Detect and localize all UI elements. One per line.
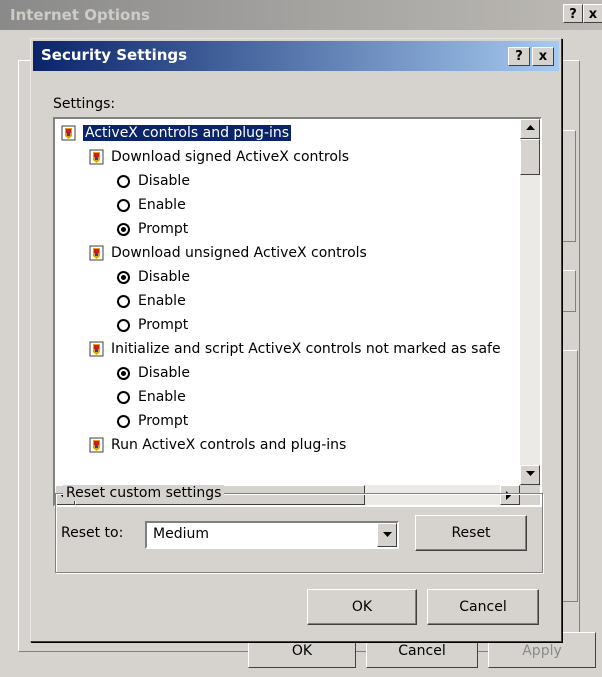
internet-options-titlebar: Internet Options [0, 0, 602, 30]
radio-button[interactable] [117, 366, 130, 380]
radio-label: Prompt [138, 413, 189, 429]
radio-button[interactable] [117, 198, 130, 212]
radio-option[interactable]: Prompt [117, 217, 188, 241]
settings-page-icon [89, 437, 104, 453]
tree-item-label: Download unsigned ActiveX controls [111, 245, 367, 261]
radio-label: Disable [138, 173, 190, 189]
close-button[interactable]: x [532, 47, 554, 66]
radio-label: Enable [138, 389, 186, 405]
radio-label: Prompt [138, 317, 189, 333]
radio-button[interactable] [117, 222, 130, 236]
help-button[interactable]: ? [508, 47, 530, 66]
internet-options-close-button[interactable]: x [583, 4, 602, 23]
radio-button[interactable] [117, 390, 130, 404]
settings-tree-content: ActiveX controls and plug-ins Download s… [55, 119, 520, 485]
tree-item-label: ActiveX controls and plug-ins [83, 125, 292, 141]
radio-option[interactable]: Enable [117, 193, 186, 217]
radio-label: Prompt [138, 221, 189, 237]
settings-label: Settings: [53, 96, 116, 112]
tree-item-label: Initialize and script ActiveX controls n… [111, 341, 501, 357]
reset-button[interactable]: Reset [415, 515, 527, 551]
internet-options-title: Internet Options [10, 6, 150, 24]
settings-tree[interactable]: ActiveX controls and plug-ins Download s… [53, 117, 542, 507]
reset-to-label: Reset to: [61, 525, 124, 541]
tree-item-label: Download signed ActiveX controls [111, 149, 350, 165]
radio-button[interactable] [117, 270, 130, 284]
scroll-up-button[interactable] [520, 119, 540, 139]
security-settings-titlebar[interactable]: Security Settings ? x [33, 41, 559, 71]
tree-item-setting[interactable]: Download signed ActiveX controls [89, 145, 349, 169]
arrow-up-icon [526, 125, 535, 130]
dialog-title: Security Settings [41, 46, 188, 64]
reset-level-select[interactable]: Medium [145, 521, 399, 549]
radio-option[interactable]: Disable [117, 361, 190, 385]
background-panel-edge [562, 130, 576, 242]
radio-label: Disable [138, 269, 190, 285]
scroll-down-button[interactable] [520, 465, 540, 485]
radio-option[interactable]: Enable [117, 385, 186, 409]
arrow-down-icon [526, 471, 535, 476]
radio-option[interactable]: Enable [117, 289, 186, 313]
ok-button[interactable]: OK [307, 589, 417, 625]
radio-button[interactable] [117, 318, 130, 332]
vertical-scrollbar[interactable] [520, 119, 540, 485]
internet-options-help-button[interactable]: ? [563, 4, 583, 23]
chevron-down-icon [383, 532, 392, 537]
settings-page-icon [89, 341, 104, 357]
background-button-edge [562, 270, 576, 312]
tree-item-setting[interactable]: Initialize and script ActiveX controls n… [89, 337, 501, 361]
radio-option[interactable]: Disable [117, 265, 190, 289]
settings-page-icon [89, 149, 104, 165]
settings-page-icon [89, 245, 104, 261]
radio-label: Enable [138, 293, 186, 309]
radio-label: Enable [138, 197, 186, 213]
radio-button[interactable] [117, 174, 130, 188]
tree-item-label: Run ActiveX controls and plug-ins [111, 437, 347, 453]
radio-label: Disable [138, 365, 190, 381]
cancel-button[interactable]: Cancel [427, 589, 539, 625]
reset-group-label: Reset custom settings [63, 485, 225, 501]
reset-level-value: Medium [153, 526, 209, 542]
settings-page-icon [61, 125, 76, 141]
tree-item-activex-category[interactable]: ActiveX controls and plug-ins [61, 121, 292, 145]
radio-option[interactable]: Prompt [117, 409, 188, 433]
reset-level-dropdown-button[interactable] [377, 523, 397, 547]
radio-option[interactable]: Disable [117, 169, 190, 193]
background-panel-edge [562, 350, 578, 602]
tree-item-setting[interactable]: Run ActiveX controls and plug-ins [89, 433, 346, 457]
radio-button[interactable] [117, 414, 130, 428]
radio-button[interactable] [117, 294, 130, 308]
vertical-scroll-thumb[interactable] [520, 139, 540, 175]
security-settings-dialog: Security Settings ? x Settings: ActiveX … [30, 38, 562, 642]
tree-item-setting[interactable]: Download unsigned ActiveX controls [89, 241, 367, 265]
radio-option[interactable]: Prompt [117, 313, 188, 337]
